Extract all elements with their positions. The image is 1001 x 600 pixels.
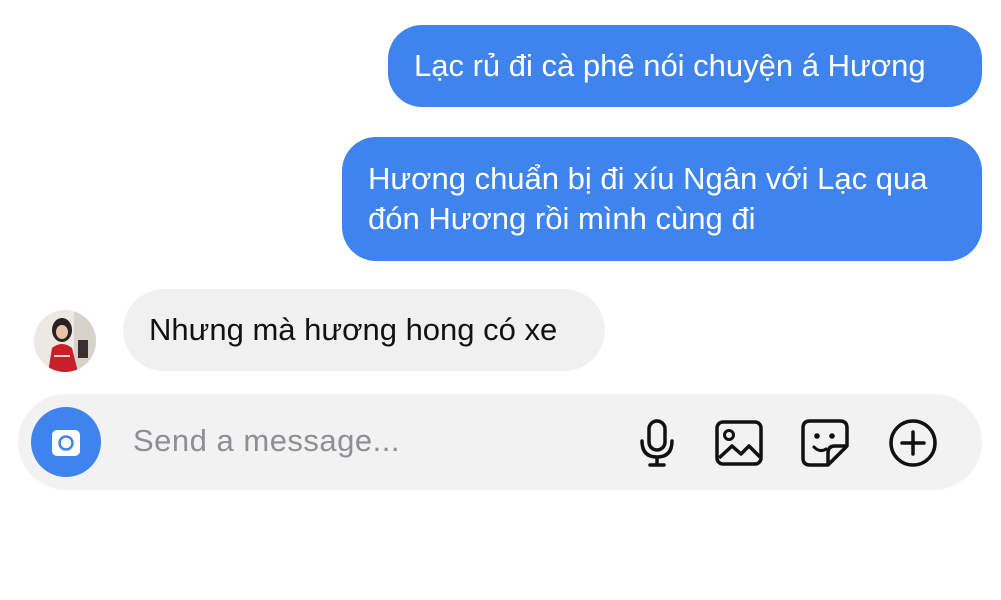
image-icon — [715, 420, 763, 466]
sticker-icon — [801, 419, 849, 467]
message-text: Lạc rủ đi cà phê nói chuyện á Hương — [414, 48, 926, 83]
plus-circle-icon — [889, 419, 937, 467]
message-text: Nhưng mà hương hong có xe — [149, 312, 558, 347]
contact-avatar-photo — [34, 310, 96, 372]
microphone-button[interactable] — [630, 416, 684, 470]
image-button[interactable] — [712, 416, 766, 470]
more-options-button[interactable] — [886, 416, 940, 470]
message-text: Hương chuẩn bị đi xíu Ngân với Lạc qua đ… — [368, 161, 928, 236]
camera-button[interactable] — [31, 407, 101, 477]
outgoing-message[interactable]: Hương chuẩn bị đi xíu Ngân với Lạc qua đ… — [342, 137, 982, 261]
contact-avatar[interactable] — [34, 310, 96, 372]
outgoing-message[interactable]: Lạc rủ đi cà phê nói chuyện á Hương — [388, 25, 982, 107]
microphone-icon — [640, 419, 674, 467]
message-input[interactable]: Send a message... — [133, 421, 400, 461]
sticker-button[interactable] — [798, 416, 852, 470]
message-composer: Send a message... — [18, 394, 982, 490]
incoming-message[interactable]: Nhưng mà hương hong có xe — [123, 289, 605, 371]
camera-icon — [52, 430, 80, 456]
